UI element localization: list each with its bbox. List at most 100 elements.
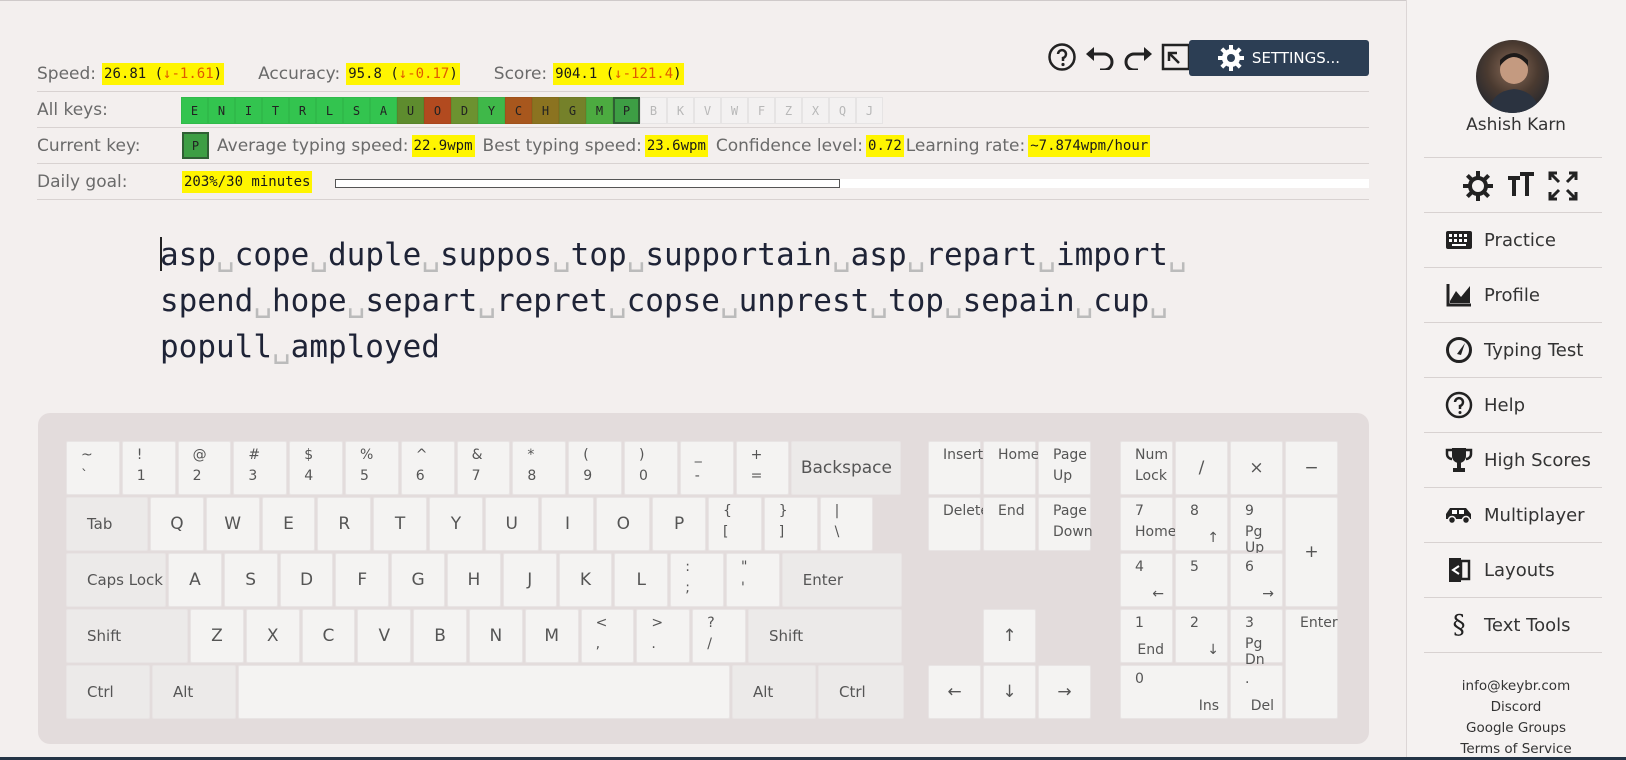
right-ctrl-key[interactable]: Ctrl [818,665,904,719]
key-0[interactable]: ) 0 [624,441,678,495]
numpad-9-key[interactable]: 9 Pg Up [1230,497,1283,556]
theme-icon[interactable] [1462,170,1494,202]
num-lock-key[interactable]: Num Lock [1120,441,1173,495]
arrow-right-key[interactable]: → [1038,665,1091,719]
key-sym-0[interactable]: {[ [708,497,762,551]
fullscreen-expand-icon[interactable] [1548,170,1578,202]
key--[interactable]: _ - [679,441,734,495]
numpad-7-key[interactable]: 7 Home [1120,497,1176,551]
key-c[interactable]: C [301,609,356,663]
sidebar-item-text-tools[interactable]: § Text Tools [1424,598,1602,652]
numpad-8-key[interactable]: 8 ↑ [1175,497,1228,551]
tab-key[interactable]: Tab [66,497,148,551]
key-m[interactable]: M [524,609,579,663]
key-4[interactable]: $4 [289,441,343,495]
numpad-3-key[interactable]: 3 Pg Dn [1230,609,1283,668]
numpad-multiply-key[interactable]: × [1230,441,1283,495]
delete-key[interactable]: Delete [928,497,989,551]
key-t[interactable]: T [373,497,427,551]
key-p[interactable]: P [652,497,706,551]
sidebar-item-layouts[interactable]: Layouts [1424,543,1602,597]
sidebar-item-high-scores[interactable]: High Scores [1424,433,1602,487]
undo-icon[interactable] [1083,40,1117,74]
numpad-divide-key[interactable]: / [1175,441,1228,495]
key-d[interactable]: D [279,553,334,607]
key-f[interactable]: F [335,553,390,607]
space-key[interactable] [238,665,730,719]
key-j[interactable]: J [502,553,557,607]
redo-icon[interactable] [1121,40,1155,74]
key-9[interactable]: (9 [568,441,622,495]
numpad-enter-key[interactable]: Enter [1285,609,1338,719]
key-w[interactable]: W [205,497,260,551]
key-a[interactable]: A [168,553,222,607]
sidebar-item-typing-test[interactable]: Typing Test [1424,323,1602,377]
key-3[interactable]: #3 [233,441,288,495]
key-y[interactable]: Y [429,497,483,551]
key-sym4-0[interactable]: <, [580,609,635,663]
key-2[interactable]: @2 [177,441,232,495]
end-key[interactable]: End [983,497,1036,551]
user-name[interactable]: Ashish Karn [1406,115,1626,135]
lesson-text[interactable]: asp␣cope␣duple␣suppos␣top␣supportain␣asp… [160,232,1190,370]
backspace-key[interactable]: Backspace [791,441,902,495]
font-size-icon[interactable] [1506,170,1536,202]
footer-google-groups-link[interactable]: Google Groups [1406,718,1626,739]
home-key[interactable]: Home [983,441,1039,495]
footer-email-link[interactable]: info@keybr.com [1406,676,1626,697]
enter-key[interactable]: Enter [781,553,902,607]
insert-key[interactable]: Insert [928,441,983,495]
key-sym-2[interactable]: | \ [819,497,874,551]
sidebar-item-practice[interactable]: Practice [1424,213,1602,267]
sidebar-item-help[interactable]: Help [1424,378,1602,432]
left-alt-key[interactable]: Alt [152,665,236,719]
caps-lock-key[interactable]: Caps Lock [66,553,166,607]
key-k[interactable]: K [558,553,613,607]
sidebar-item-multiplayer[interactable]: Multiplayer [1424,488,1602,542]
key-e[interactable]: E [261,497,316,551]
numpad-4-key[interactable]: 4 ← [1120,553,1173,607]
key-6[interactable]: ^ 6 [400,441,455,495]
key-sym4-2[interactable]: ? / [692,609,746,663]
key-sym3-1[interactable]: " ' [726,553,780,607]
right-shift-key[interactable]: Shift [748,609,902,663]
right-alt-key[interactable]: Alt [732,665,816,719]
key-1[interactable]: ! 1 [121,441,176,495]
left-shift-key[interactable]: Shift [66,609,188,663]
key-sym3-0[interactable]: :; [670,553,724,607]
numpad-1-key[interactable]: 1 End [1120,609,1173,663]
key-sym4-1[interactable]: >. [636,609,691,663]
numpad-minus-key[interactable]: − [1285,441,1338,495]
avatar[interactable] [1476,40,1549,113]
numpad-decimal-key[interactable]: . Del [1230,665,1283,719]
key-sym-1[interactable]: }] [763,497,818,551]
key-r[interactable]: R [317,497,372,551]
key-o[interactable]: O [596,497,651,551]
key-5[interactable]: % 5 [345,441,399,495]
help-icon[interactable] [1045,40,1079,74]
settings-button[interactable]: SETTINGS... [1189,40,1369,76]
page-up-key[interactable]: Page Up [1038,441,1091,495]
arrow-left-key[interactable]: ← [928,665,981,719]
numpad-6-key[interactable]: 6 → [1230,553,1283,607]
key-q[interactable]: Q [150,497,204,551]
key-x[interactable]: X [245,609,300,663]
key-8[interactable]: * 8 [512,441,567,495]
key-h[interactable]: H [447,553,501,607]
page-down-key[interactable]: Page Down [1038,497,1093,551]
numpad-5-key[interactable]: 5 [1175,553,1228,607]
key-b[interactable]: B [413,609,467,663]
numpad-0-key[interactable]: 0 Ins [1120,665,1228,719]
key-=[interactable]: + = [735,441,790,495]
key-7[interactable]: & 7 [456,441,511,495]
key-n[interactable]: N [469,609,523,663]
key-z[interactable]: Z [190,609,244,663]
numpad-plus-key[interactable]: + [1285,497,1338,607]
left-ctrl-key[interactable]: Ctrl [66,665,150,719]
key-g[interactable]: G [391,553,445,607]
fullscreen-icon[interactable] [1159,40,1193,74]
key-v[interactable]: V [357,609,412,663]
key-`[interactable]: ~ ` [66,441,120,495]
arrow-up-key[interactable]: ↑ [983,609,1036,663]
arrow-down-key[interactable]: ↓ [983,665,1036,719]
